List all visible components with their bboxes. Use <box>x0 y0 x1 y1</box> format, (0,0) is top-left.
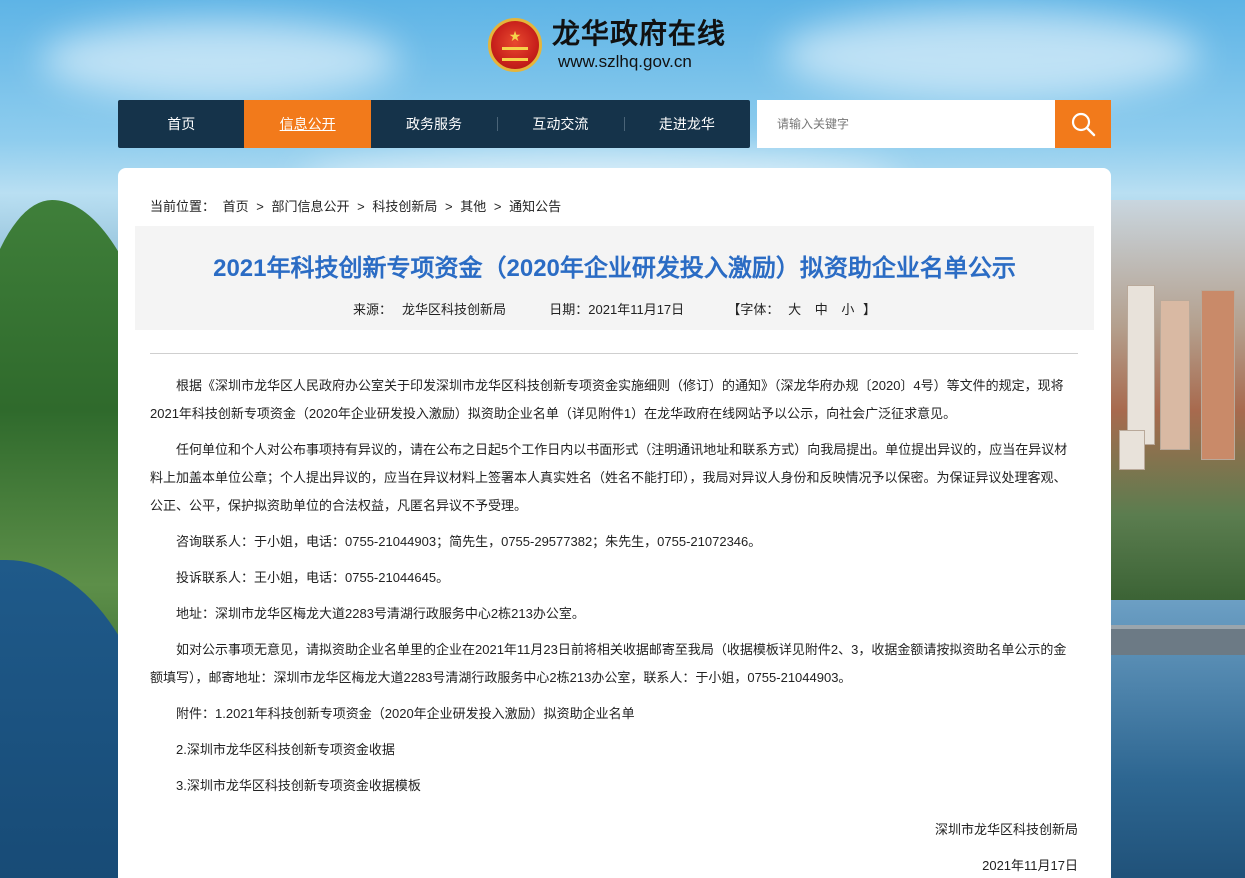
nav-item-about-longhua[interactable]: 走进龙华 <box>623 100 750 148</box>
article-title: 2021年科技创新专项资金（2020年企业研发投入激励）拟资助企业名单公示 <box>213 255 1016 282</box>
signature: 深圳市龙华区科技创新局 <box>934 822 1078 837</box>
article-header: 2021年科技创新专项资金（2020年企业研发投入激励）拟资助企业名单公示 来源… <box>135 226 1094 330</box>
main-nav: 首页 信息公开 政务服务 互动交流 走进龙华 <box>118 100 750 148</box>
breadcrumb-item-other[interactable]: 其他 <box>460 199 486 214</box>
search-bar <box>757 100 1111 148</box>
article-source: 龙华区科技创新局 <box>402 302 507 317</box>
nav-item-home[interactable]: 首页 <box>118 100 244 148</box>
signature-date: 2021年11月17日 <box>982 858 1078 873</box>
breadcrumb-item-home[interactable]: 首页 <box>223 199 249 214</box>
paragraph: 任何单位和个人对公布事项持有异议的，请在公布之日起5个工作日内以书面形式（注明通… <box>150 442 1068 513</box>
font-size-label: 【字体： <box>727 302 780 317</box>
article-date: 2021年11月17日 <box>588 302 685 317</box>
paragraph: 投诉联系人：王小姐，电话：0755-21044645。 <box>176 570 450 585</box>
nav-item-info-disclosure[interactable]: 信息公开 <box>244 100 371 148</box>
paragraph: 咨询联系人：于小姐，电话：0755-21044903；简先生，0755-2957… <box>176 534 762 549</box>
national-emblem-icon: ★ <box>488 18 542 72</box>
breadcrumb-separator: > <box>445 199 453 214</box>
breadcrumb-item-dept-info[interactable]: 部门信息公开 <box>272 199 350 214</box>
attachment-link-1[interactable]: 附件：1.2021年科技创新专项资金（2020年企业研发投入激励）拟资助企业名单 <box>150 700 1078 728</box>
article-meta: 来源： 龙华区科技创新局 日期：2021年11月17日 【字体： 大 中 小 】 <box>135 299 1094 318</box>
attachment-link-3[interactable]: 3.深圳市龙华区科技创新专项资金收据模板 <box>150 772 1078 800</box>
breadcrumb-separator: > <box>493 199 502 214</box>
paragraph: 根据《深圳市龙华区人民政府办公室关于印发深圳市龙华区科技创新专项资金实施细则（修… <box>150 378 1064 421</box>
content-panel: 当前位置： 首页 > 部门信息公开 > 科技创新局 > 其他 > 通知公告 20… <box>118 168 1111 878</box>
nav-item-gov-services[interactable]: 政务服务 <box>371 100 497 148</box>
attachment-link-2[interactable]: 2.深圳市龙华区科技创新专项资金收据 <box>150 736 1078 764</box>
site-logo[interactable]: ★ 龙华政府在线 www.szlhq.gov.cn <box>488 14 726 76</box>
divider <box>150 353 1078 354</box>
paragraph: 地址：深圳市龙华区梅龙大道2283号清湖行政服务中心2栋213办公室。 <box>176 606 585 621</box>
site-url: www.szlhq.gov.cn <box>558 52 692 71</box>
search-button[interactable] <box>1055 100 1111 148</box>
site-title: 龙华政府在线 <box>552 18 727 49</box>
font-size-close-bracket: 】 <box>862 302 876 317</box>
font-size-large-button[interactable]: 大 <box>788 302 801 317</box>
breadcrumb-item-sci-tech-bureau[interactable]: 科技创新局 <box>372 199 437 214</box>
paragraph: 如对公示事项无意见，请拟资助企业名单里的企业在2021年11月23日前将相关收据… <box>150 642 1067 685</box>
source-label: 来源： <box>352 302 392 317</box>
breadcrumb-separator: > <box>256 199 264 214</box>
breadcrumb-label: 当前位置： <box>150 199 216 214</box>
search-icon <box>1071 112 1096 137</box>
search-input[interactable] <box>757 100 1055 148</box>
breadcrumb: 当前位置： 首页 > 部门信息公开 > 科技创新局 > 其他 > 通知公告 <box>150 196 565 215</box>
nav-item-interaction[interactable]: 互动交流 <box>497 100 623 148</box>
article-body: 根据《深圳市龙华区人民政府办公室关于印发深圳市龙华区科技创新专项资金实施细则（修… <box>150 372 1078 878</box>
font-size-small-button[interactable]: 小 <box>841 302 854 317</box>
breadcrumb-separator: > <box>357 199 365 214</box>
breadcrumb-item-notices[interactable]: 通知公告 <box>509 199 561 214</box>
font-size-medium-button[interactable]: 中 <box>815 302 828 317</box>
date-label: 日期： <box>549 302 589 317</box>
